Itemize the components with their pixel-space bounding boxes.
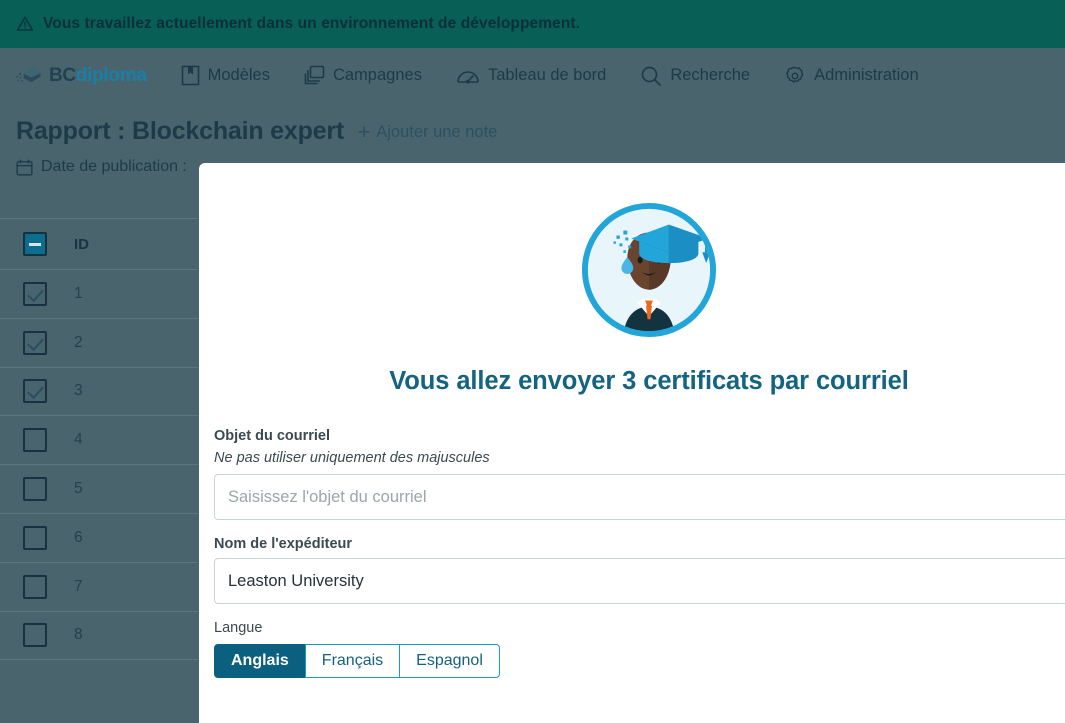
nav-item-tableau-de-bord[interactable]: Tableau de bord	[456, 62, 606, 90]
row-checkbox[interactable]	[23, 331, 47, 355]
row-checkbox[interactable]	[23, 477, 47, 501]
row-id: 7	[74, 578, 83, 596]
nav-item-label: Tableau de bord	[488, 66, 606, 85]
language-label: Langue	[214, 620, 1065, 636]
email-subject-label: Objet du courriel	[214, 428, 1065, 444]
nav-item-label: Campagnes	[333, 66, 422, 85]
row-checkbox[interactable]	[23, 282, 47, 306]
email-subject-hint: Ne pas utiliser uniquement des majuscule…	[214, 450, 1065, 466]
row-checkbox[interactable]	[23, 428, 47, 452]
row-id: 3	[74, 382, 83, 400]
row-id: 4	[74, 431, 83, 449]
send-certificates-modal: Vous allez envoyer 3 certificats par cou…	[199, 163, 1065, 723]
search-icon	[640, 65, 662, 87]
modal-content: Vous allez envoyer 3 certificats par cou…	[199, 163, 1065, 678]
brand-diploma-text: diploma	[76, 65, 147, 86]
column-header-id: ID	[74, 236, 89, 253]
brand-logo-text: BCdiploma	[49, 65, 147, 87]
language-field-group: Langue Anglais Français Espagnol	[214, 620, 1065, 678]
brand-bc-text: BC	[49, 65, 76, 86]
modal-avatar-wrapper	[199, 201, 1065, 339]
sender-name-label: Nom de l'expéditeur	[214, 536, 1065, 552]
language-option-espagnol[interactable]: Espagnol	[399, 644, 500, 678]
main-navigation-bar: BCdiploma Modèles Campagnes Tableau de b…	[0, 48, 1065, 103]
bcdiploma-logo-icon	[16, 66, 42, 86]
row-checkbox[interactable]	[23, 526, 47, 550]
row-checkbox[interactable]	[23, 623, 47, 647]
row-id: 1	[74, 285, 83, 303]
select-all-checkbox[interactable]	[23, 232, 47, 256]
nav-item-label: Administration	[814, 66, 919, 85]
gear-icon	[784, 65, 806, 87]
sender-name-field-group: Nom de l'expéditeur	[214, 536, 1065, 604]
language-option-francais[interactable]: Français	[305, 644, 400, 678]
page-title: Rapport : Blockchain expert	[16, 117, 344, 146]
row-checkbox[interactable]	[23, 379, 47, 403]
stacked-windows-icon	[304, 65, 325, 86]
email-subject-field-group: Objet du courriel Ne pas utiliser unique…	[214, 428, 1065, 520]
publication-date-label: Date de publication :	[41, 158, 187, 176]
row-id: 6	[74, 529, 83, 547]
calendar-icon	[16, 159, 33, 176]
language-toggle-group: Anglais Français Espagnol	[214, 644, 1065, 678]
nav-item-campagnes[interactable]: Campagnes	[304, 61, 422, 90]
sender-name-input[interactable]	[214, 558, 1065, 604]
dev-environment-banner: Vous travaillez actuellement dans un env…	[0, 0, 1065, 48]
nav-item-label: Modèles	[208, 66, 270, 85]
book-bookmark-icon	[181, 65, 200, 86]
dev-banner-text: Vous travaillez actuellement dans un env…	[43, 15, 580, 33]
row-id: 5	[74, 480, 83, 498]
row-id: 8	[74, 626, 83, 644]
row-id: 2	[74, 334, 83, 352]
email-subject-input[interactable]	[214, 474, 1065, 520]
nav-item-recherche[interactable]: Recherche	[640, 61, 750, 91]
page-title-row: Rapport : Blockchain expert + Ajouter un…	[16, 117, 1065, 146]
warning-triangle-icon	[16, 15, 34, 33]
send-certificates-form: Objet du courriel Ne pas utiliser unique…	[199, 428, 1065, 678]
graduate-avatar-icon	[580, 201, 718, 339]
row-checkbox[interactable]	[23, 575, 47, 599]
nav-item-modeles[interactable]: Modèles	[181, 61, 270, 90]
language-option-anglais[interactable]: Anglais	[214, 644, 306, 678]
nav-item-label: Recherche	[670, 66, 750, 85]
plus-icon: +	[358, 122, 370, 143]
add-note-button[interactable]: + Ajouter une note	[358, 122, 497, 143]
modal-title: Vous allez envoyer 3 certificats par cou…	[199, 367, 1065, 396]
add-note-label: Ajouter une note	[376, 123, 497, 142]
nav-item-administration[interactable]: Administration	[784, 61, 919, 91]
brand-logo[interactable]: BCdiploma	[16, 65, 147, 87]
speedometer-icon	[456, 66, 480, 86]
